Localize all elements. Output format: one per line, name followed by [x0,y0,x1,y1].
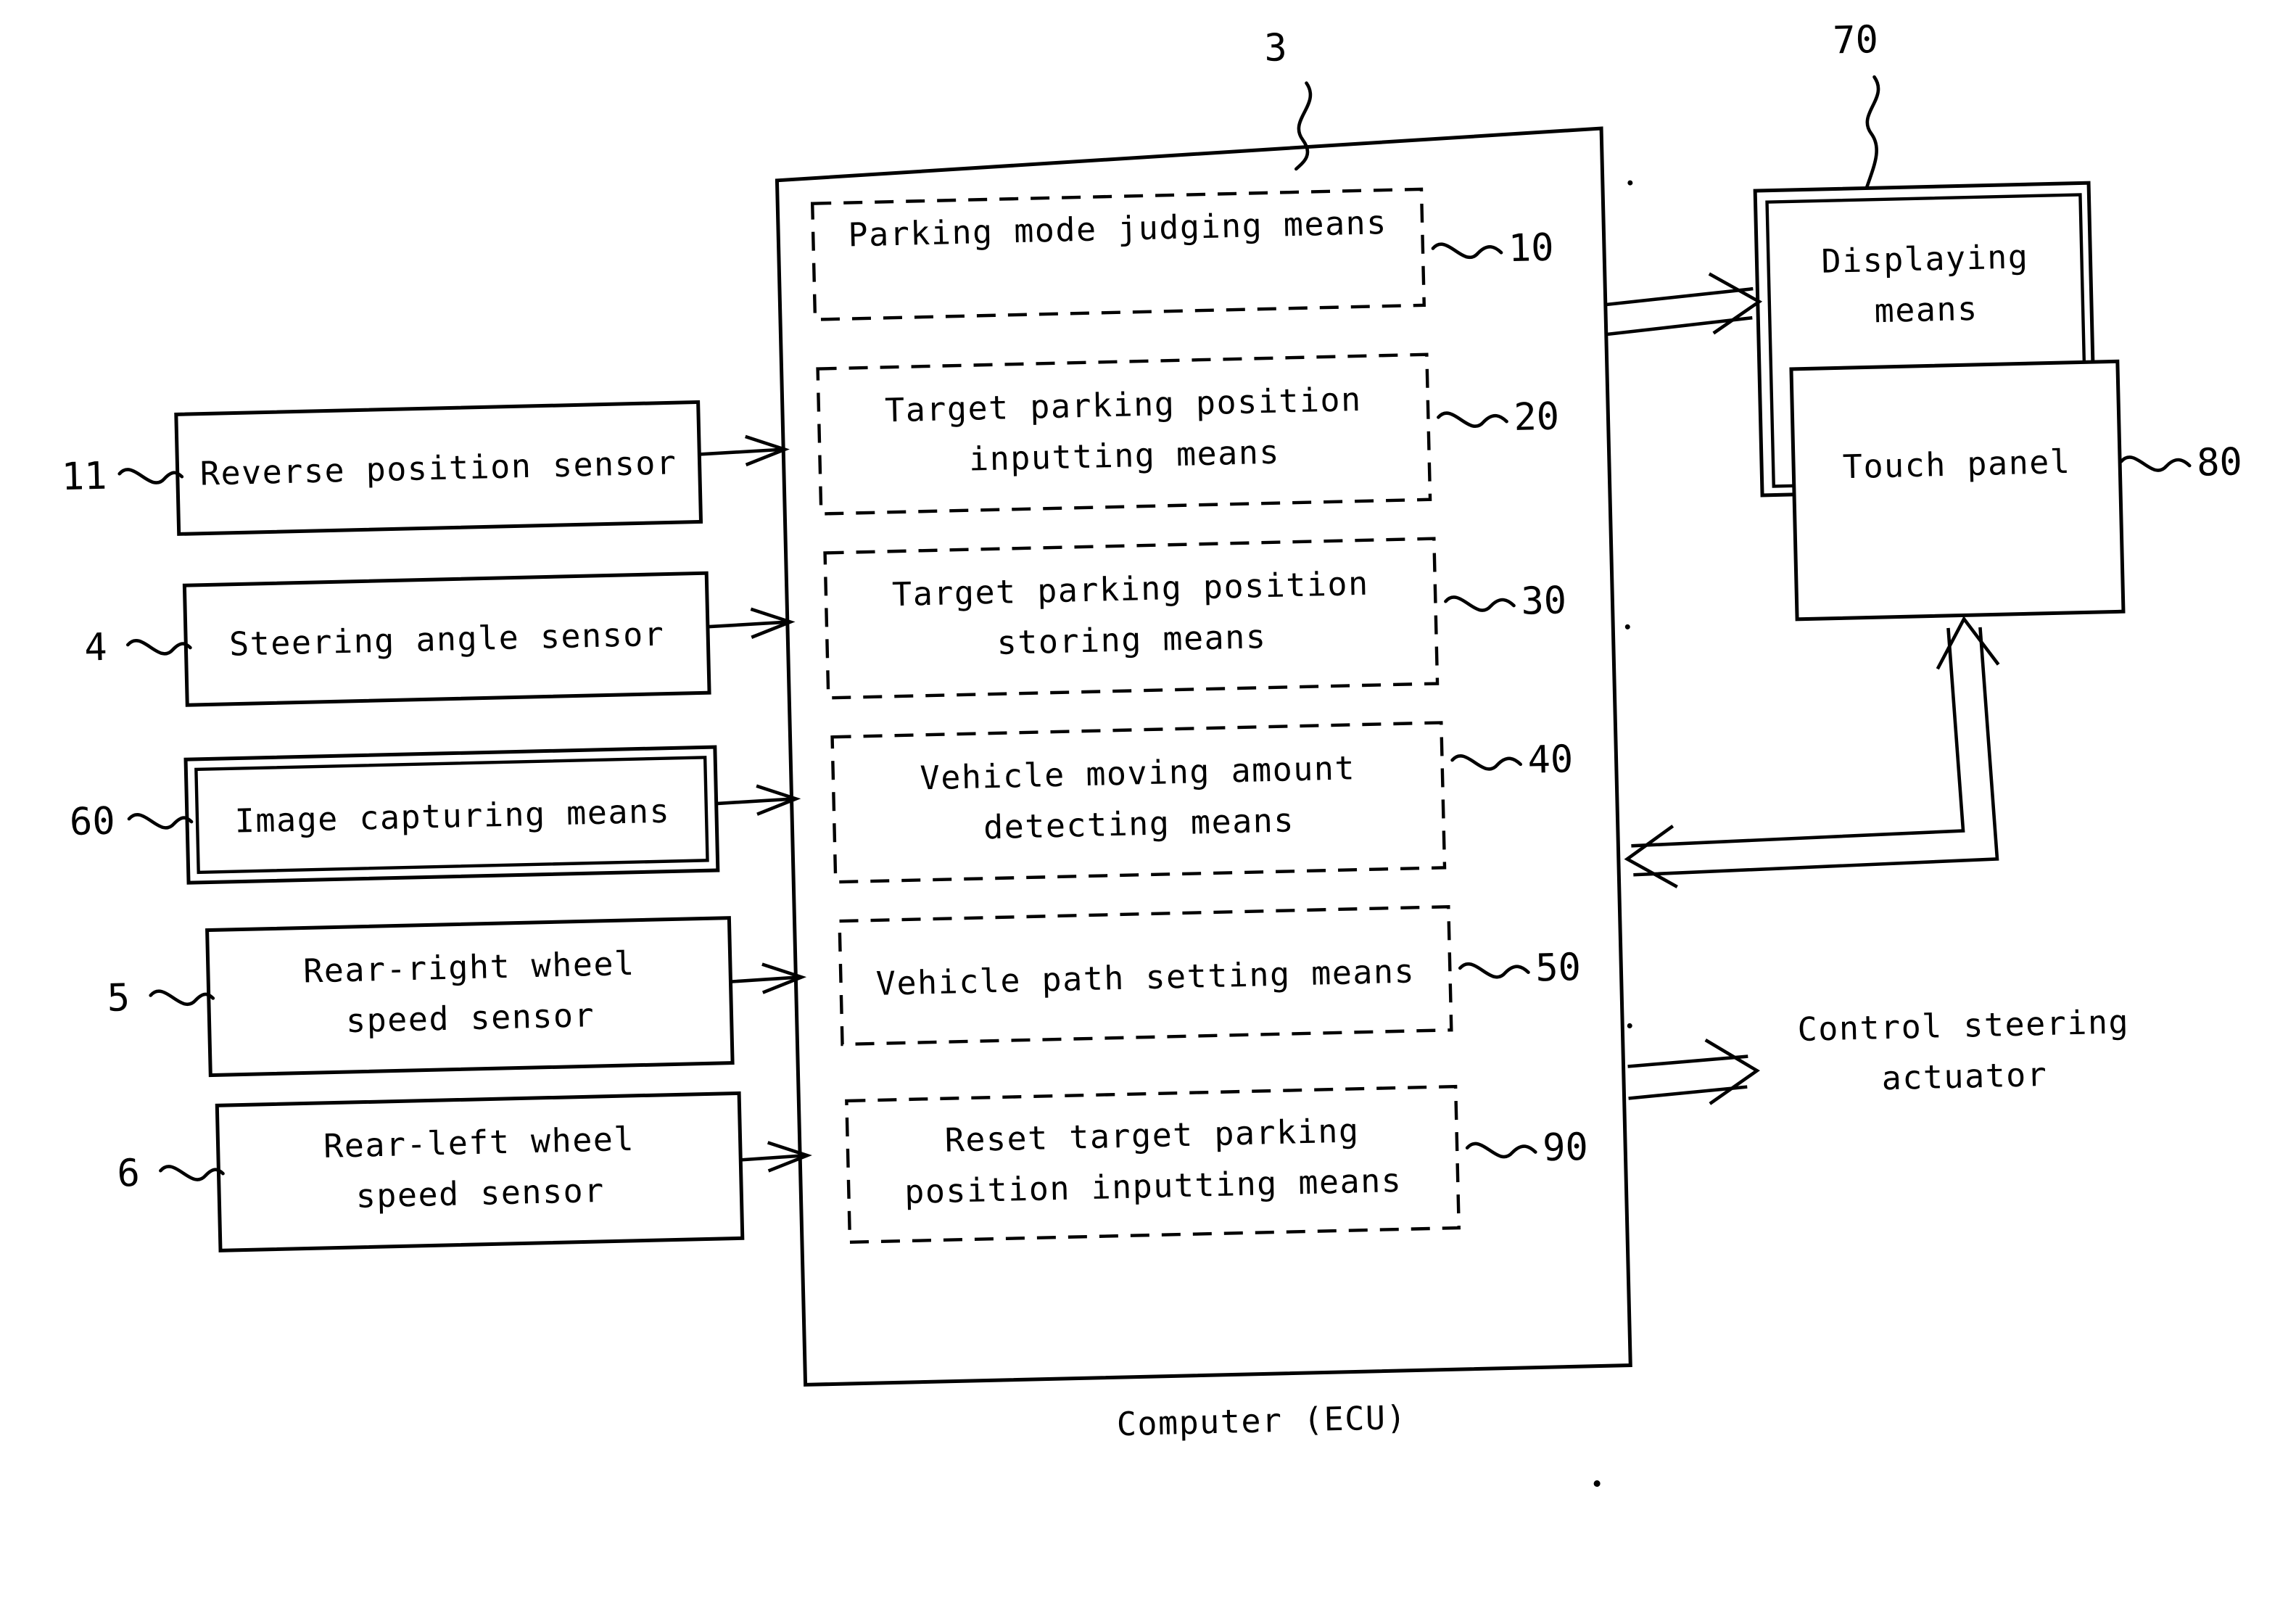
input-label-rear-left-wheel-speed-sensor-line1: Rear-left wheel [323,1120,635,1165]
module-label-target-parking-position-storing-means-line2: storing means [996,617,1267,662]
ref-image-capturing-means: 60 [69,800,115,844]
output-label-touch-panel-line1: Touch panel [1842,442,2071,486]
ecu-caption: Computer (ECU) [1116,1398,1407,1443]
ref-displaying-means: 70 [1833,18,1879,62]
patent-figure-sheet: 3 Parking mode judging means 10 Target p… [0,0,2296,1618]
module-label-vehicle-moving-amount-detecting-means-line2: detecting means [983,801,1294,846]
ref-ecu: 3 [1264,26,1288,70]
leader-input-4 [125,638,192,656]
scan-speckle [1593,1480,1601,1487]
input-box-rear-left-wheel-speed-sensor [215,1091,745,1252]
leader-output-70 [1865,75,1880,189]
arrow-touch-panel-to-ecu [1624,616,2000,888]
input-label-rear-right-wheel-speed-sensor-line1: Rear-right wheel [303,944,636,991]
ref-steering-angle-sensor: 4 [84,626,108,670]
input-label-rear-right-wheel-speed-sensor-line2: speed sensor [345,996,595,1040]
external-output-label-line2: actuator [1881,1055,2048,1097]
ref-reset-target-parking-position-inputting-means: 90 [1542,1126,1588,1170]
arrow-ecu-to-displaying-means [1606,272,1763,337]
leader-input-6 [159,1165,225,1181]
scan-speckle [1624,624,1630,630]
scan-speckle [1627,1023,1632,1028]
arrow-ecu-to-control-steering-actuator [1627,1039,1760,1105]
output-label-displaying-means-line2: means [1874,289,1978,330]
input-box-rear-right-wheel-speed-sensor [205,916,735,1078]
leader-output-80 [2119,455,2192,472]
ref-vehicle-path-setting-means: 50 [1535,946,1582,990]
ref-target-parking-position-inputting-means: 20 [1514,395,1560,439]
leader-input-60 [127,813,194,830]
output-label-displaying-means-line1: Displaying [1821,237,2029,281]
ref-rear-left-wheel-speed-sensor: 6 [117,1152,141,1196]
ref-parking-mode-judging-means: 10 [1508,226,1554,271]
ref-rear-right-wheel-speed-sensor: 5 [107,976,131,1020]
module-label-target-parking-position-inputting-means-line2: inputting means [969,433,1281,479]
external-output-label-line1: Control steering [1797,1002,2130,1049]
output-box-touch-panel [1789,359,2126,622]
ref-vehicle-moving-amount-detecting-means: 40 [1527,738,1574,782]
ref-reverse-position-sensor: 11 [61,455,107,499]
leader-input-11 [117,468,184,484]
leader-input-5 [149,989,215,1007]
ref-touch-panel: 80 [2196,440,2242,484]
scan-speckle [1627,180,1633,186]
ref-target-parking-position-storing-means: 30 [1521,579,1567,623]
block-diagram: 3 Parking mode judging means 10 Target p… [61,18,2242,1487]
input-label-rear-left-wheel-speed-sensor-line2: speed sensor [355,1171,605,1215]
